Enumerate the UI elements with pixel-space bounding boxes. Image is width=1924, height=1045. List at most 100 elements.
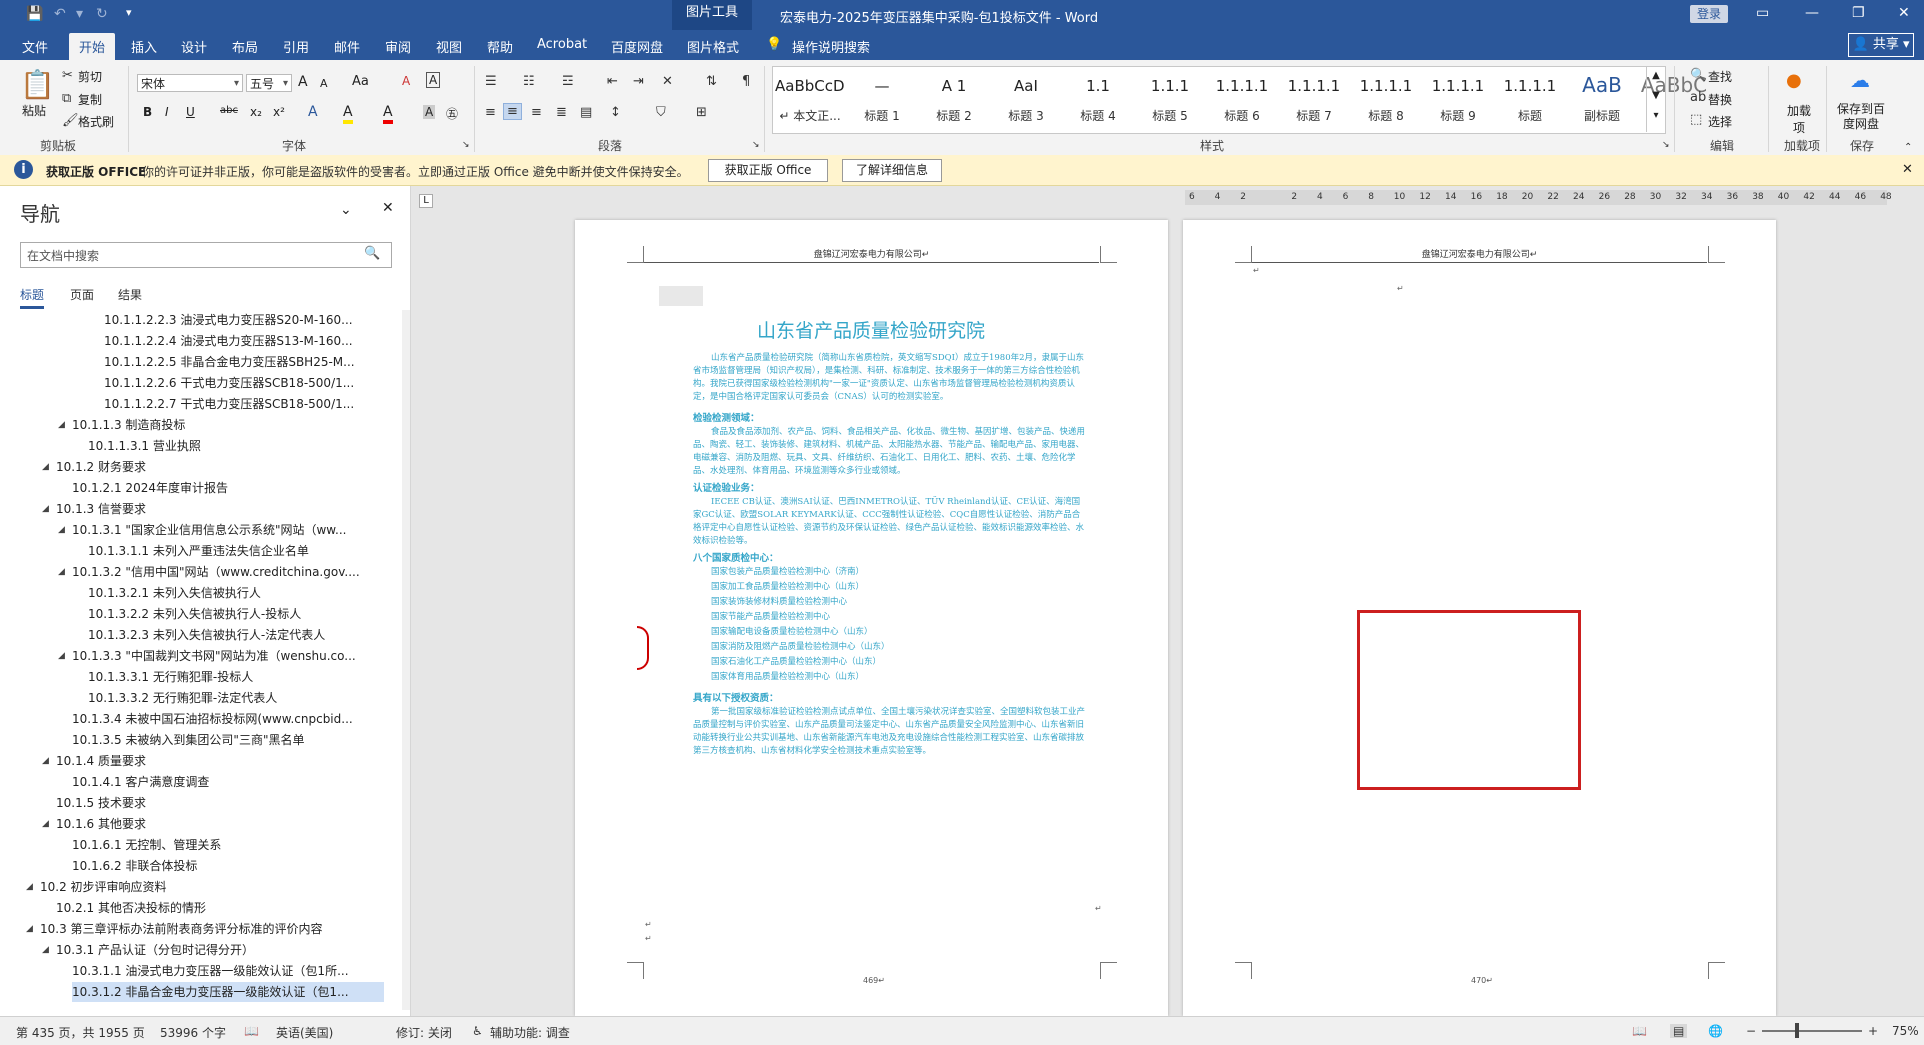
line-spacing-icon[interactable]: ↕ [610,105,621,120]
addins-button[interactable]: 加载项 [1784,102,1814,136]
nav-heading-item[interactable]: 10.3.1.1 油浸式电力变压器一级能效认证（包1所... [72,961,384,981]
collapse-caret-icon[interactable]: ◢ [58,525,65,535]
nav-heading-item[interactable]: 10.1.1.2.2.6 干式电力变压器SCB18-500/1... [104,373,384,393]
cut-button[interactable]: 剪切 [78,68,102,85]
page-count[interactable]: 第 435 页，共 1955 页 [16,1024,145,1041]
nav-heading-item[interactable]: 10.1.6.2 非联合体投标 [72,856,384,876]
ribbon-display-options-icon[interactable]: ▭ [1756,5,1769,21]
style-item[interactable]: A 1 标题 2 [919,67,989,131]
horizontal-ruler[interactable]: 6 4 2 2 4 6 8 10 12 14 16 18 20 22 24 26 28 30 32 34 36 38 40 4… [1185,190,1892,205]
styles-scroll[interactable]: ▲ ▼ ▾ [1646,66,1665,132]
enclose-characters-icon[interactable]: ㊄ [446,105,458,122]
word-count[interactable]: 53996 个字 [160,1024,226,1041]
tab-review[interactable]: 审阅 [385,37,411,56]
nav-heading-item[interactable]: 10.1.2.1 2024年度审计报告 [72,478,384,498]
nav-heading-item[interactable]: 10.1.3.5 未被纳入到集团公司"三商"黑名单 [72,730,384,750]
nav-heading-item[interactable]: 10.1.3.2.2 未列入失信被执行人-投标人 [88,604,384,624]
align-right-icon[interactable]: ≡ [531,105,542,120]
decrease-indent-icon[interactable]: ⇤ [607,74,618,89]
tab-mailings[interactable]: 邮件 [334,37,360,56]
zoom-slider-thumb[interactable] [1795,1023,1799,1038]
format-painter-button[interactable]: 格式刷 [78,113,114,130]
style-item[interactable]: 1.1.1.1 标题 6 [1207,67,1277,131]
nav-heading-item[interactable]: 10.1.3.2.3 未列入失信被执行人-法定代表人 [88,625,384,645]
increase-indent-icon[interactable]: ⇥ [633,74,644,89]
nav-scrollbar[interactable] [402,310,410,1010]
share-button[interactable]: 👤 共享 ▾ [1848,33,1914,57]
clear-formatting-button[interactable]: A [402,74,410,88]
style-item[interactable]: 1.1.1.1 标题 [1495,67,1565,131]
nav-heading-item[interactable]: 10.1.3.2.1 未列入失信被执行人 [88,583,384,603]
text-effects-button[interactable]: A [308,104,318,120]
language[interactable]: 英语(美国) [276,1024,333,1041]
collapse-caret-icon[interactable]: ◢ [42,462,49,472]
grow-font-button[interactable]: A [298,74,308,90]
borders-icon[interactable]: ⊞ [696,105,707,120]
minimize-icon[interactable]: — [1805,5,1819,21]
justify-icon[interactable]: ≣ [556,105,567,120]
style-item[interactable]: 1.1.1.1 标题 8 [1351,67,1421,131]
collapse-ribbon-icon[interactable]: ⌃ [1904,142,1912,153]
character-shading-icon[interactable]: A [423,105,436,119]
underline-button[interactable]: U [186,105,195,119]
nav-heading-item[interactable]: 10.1.4.1 客户满意度调查 [72,772,384,792]
nav-heading-item[interactable]: 10.1.3.4 未被中国石油招标投标网(www.cnpcbid... [72,709,384,729]
font-dialog-launcher-icon[interactable]: ↘ [462,140,470,150]
nav-close-icon[interactable]: ✕ [382,200,394,216]
undo-dropdown-icon[interactable]: ▾ [76,6,83,22]
nav-heading-item[interactable]: 10.1.6.1 无控制、管理关系 [72,835,384,855]
asian-layout-icon[interactable]: ✕ [662,74,673,89]
copy-button[interactable]: 复制 [78,91,102,108]
zoom-out-icon[interactable]: − [1746,1024,1756,1038]
replace-button[interactable]: 替换 [1708,91,1732,108]
change-case-button[interactable]: Aa [352,74,369,89]
style-item[interactable]: 1.1.1.1 标题 7 [1279,67,1349,131]
highlight-button[interactable]: A [343,104,353,124]
style-item[interactable]: 1.1.1 标题 5 [1135,67,1205,131]
styles-dialog-launcher-icon[interactable]: ↘ [1662,140,1670,150]
tab-selector-icon[interactable]: L [419,194,433,208]
style-item[interactable]: — 标题 1 [847,67,917,131]
style-item[interactable]: AaBbCcDdl ↵ 本文正... [775,67,845,131]
collapse-caret-icon[interactable]: ◢ [58,651,65,661]
nav-heading-item[interactable]: 10.1.3.3 "中国裁判文书网"网站为准（wenshu.co... [72,646,384,666]
align-left-icon[interactable]: ≡ [485,105,496,120]
nav-heading-item[interactable]: 10.3.1.2 非晶合金电力变压器一级能效认证（包1... [72,982,384,1002]
superscript-button[interactable]: x² [273,105,285,119]
nav-heading-item[interactable]: 10.1.6 其他要求 [56,814,384,834]
get-genuine-office-button[interactable]: 获取正版 Office [708,159,828,182]
nav-heading-item[interactable]: 10.1.1.3.1 营业执照 [88,436,384,456]
login-button[interactable]: 登录 [1690,5,1728,23]
tab-home[interactable]: 开始 [69,33,116,62]
font-name-combo[interactable]: 宋体 [137,74,243,93]
distributed-icon[interactable]: ▤ [580,105,592,120]
tab-view[interactable]: 视图 [436,37,462,56]
collapse-caret-icon[interactable]: ◢ [42,945,49,955]
nav-options-icon[interactable]: ⌄ [340,202,352,218]
nav-heading-item[interactable]: 10.3 第三章评标办法前附表商务评分标准的评价内容 [40,919,384,939]
collapse-caret-icon[interactable]: ◢ [26,882,33,892]
select-button[interactable]: 选择 [1708,113,1732,130]
style-item[interactable]: 1.1 标题 4 [1063,67,1133,131]
style-item[interactable]: AaI 标题 3 [991,67,1061,131]
close-message-icon[interactable]: ✕ [1902,162,1913,177]
tab-picture-format[interactable]: 图片格式 [687,37,739,56]
collapse-caret-icon[interactable]: ◢ [58,420,65,430]
proofing-icon[interactable]: 📖 [244,1024,259,1038]
nav-heading-item[interactable]: 10.1.1.2.2.3 油浸式电力变压器S20-M-160... [104,310,384,330]
nav-heading-item[interactable]: 10.1.1.2.2.7 干式电力变压器SCB18-500/1... [104,394,384,414]
collapse-caret-icon[interactable]: ◢ [58,567,65,577]
style-item[interactable]: 1.1.1.1 标题 9 [1423,67,1493,131]
undo-icon[interactable]: ↶ [54,6,66,22]
nav-heading-item[interactable]: 10.1.3.1.1 未列入严重违法失信企业名单 [88,541,384,561]
read-mode-icon[interactable]: 📖 [1632,1024,1647,1038]
nav-heading-item[interactable]: 10.2 初步评审响应资料 [40,877,384,897]
zoom-level[interactable]: 75% [1892,1024,1919,1038]
tab-file[interactable]: 文件 [22,37,48,56]
nav-heading-item[interactable]: 10.1.1.2.2.4 油浸式电力变压器S13-M-160... [104,331,384,351]
multilevel-list-icon[interactable]: ☲ [562,74,574,89]
nav-heading-item[interactable]: 10.1.1.3 制造商投标 [72,415,384,435]
print-layout-icon[interactable]: ▤ [1670,1024,1688,1038]
shading-icon[interactable]: ⛉ [656,105,666,120]
sort-icon[interactable]: ⇅ [706,74,717,89]
